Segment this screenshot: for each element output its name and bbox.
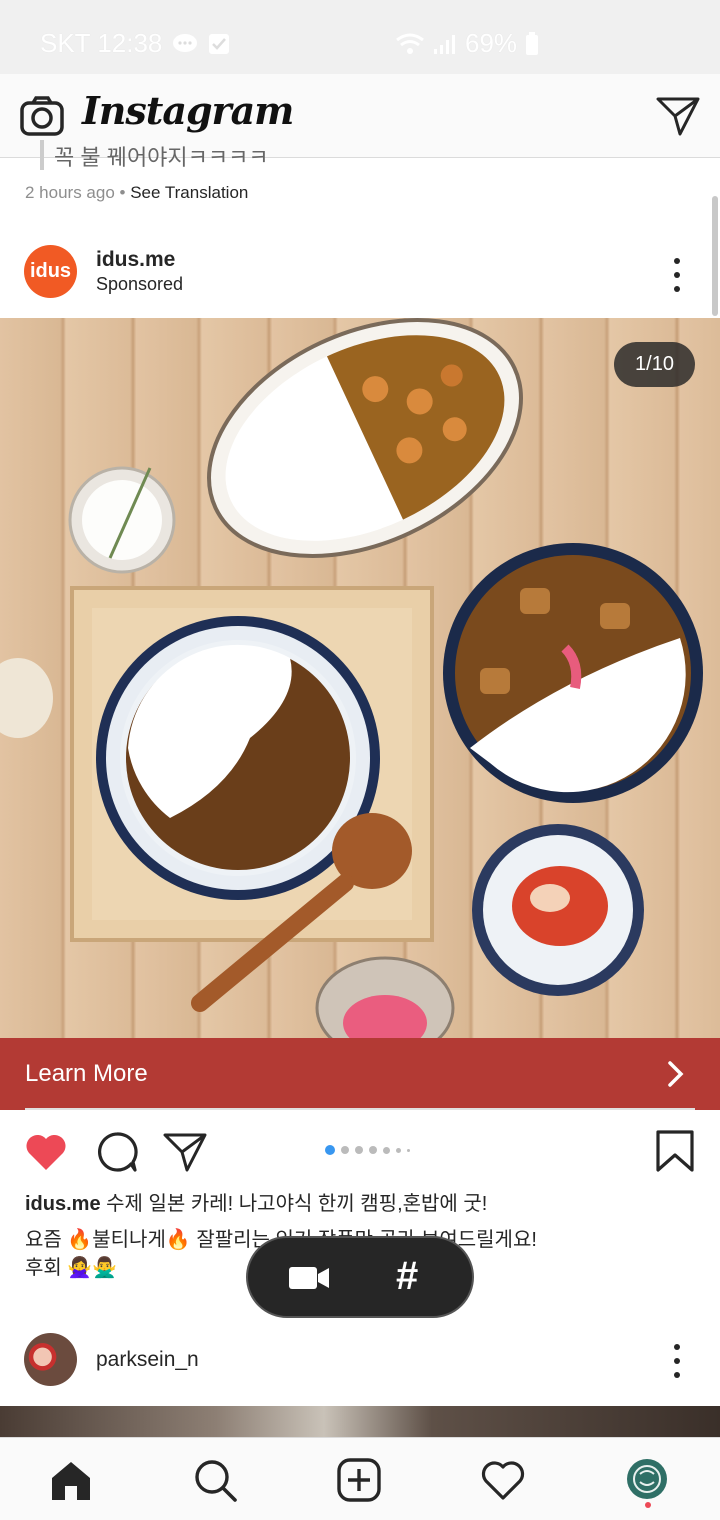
chat-bubble-icon bbox=[173, 33, 198, 52]
signal-icon bbox=[434, 34, 455, 54]
next-post-image-peek[interactable] bbox=[0, 1406, 720, 1438]
post-image[interactable] bbox=[0, 318, 720, 1038]
avatar[interactable]: idus bbox=[24, 245, 77, 298]
carousel-dot bbox=[383, 1146, 390, 1154]
next-post-header: parksein_n bbox=[0, 1330, 720, 1390]
post-header: idus idus.me Sponsored bbox=[0, 240, 720, 316]
curry-photo-illustration bbox=[0, 318, 703, 1038]
bottom-nav bbox=[0, 1437, 720, 1520]
carousel-counter: 1/10 bbox=[614, 342, 695, 387]
instagram-logo[interactable]: Instagram bbox=[82, 88, 294, 133]
learn-more-label: Learn More bbox=[25, 1060, 148, 1087]
activity-heart-icon[interactable] bbox=[481, 1458, 525, 1502]
caption-line-1: idus.me 수제 일본 카레! 나고야식 한끼 캠핑,혼밥에 굿! bbox=[25, 1190, 705, 1218]
status-left: SKT 12:38 bbox=[40, 28, 230, 59]
notification-dot bbox=[645, 1502, 651, 1508]
hashtag-button[interactable]: # bbox=[396, 1254, 418, 1299]
carousel-dot bbox=[396, 1147, 401, 1153]
share-icon[interactable] bbox=[163, 1130, 207, 1174]
search-icon[interactable] bbox=[193, 1458, 237, 1502]
camera-icon[interactable] bbox=[20, 96, 64, 136]
carousel-dot bbox=[355, 1146, 363, 1154]
wifi-icon bbox=[396, 33, 424, 54]
floating-toolbar: # bbox=[246, 1236, 474, 1318]
avatar[interactable] bbox=[24, 1333, 77, 1386]
scrollbar[interactable] bbox=[712, 196, 718, 316]
carousel-dot bbox=[407, 1148, 410, 1152]
caption-text-1: 수제 일본 카레! 나고야식 한끼 캠핑,혼밥에 굿! bbox=[106, 1193, 488, 1215]
carrier-time: SKT 12:38 bbox=[40, 28, 163, 58]
post-username[interactable]: parksein_n bbox=[96, 1348, 199, 1372]
previous-caption: 꼭 불 꿰어야지ㅋㅋㅋㅋ bbox=[40, 140, 640, 170]
avatar-text: idus bbox=[29, 260, 72, 282]
battery-icon bbox=[526, 31, 539, 55]
bookmark-icon[interactable] bbox=[654, 1130, 698, 1174]
cta-divider bbox=[25, 1108, 695, 1110]
check-square-icon bbox=[209, 33, 230, 54]
meta-separator: • bbox=[119, 183, 126, 202]
learn-more-button[interactable]: Learn More bbox=[0, 1038, 720, 1110]
previous-post-meta: 2 hours ago • See Translation bbox=[25, 183, 248, 203]
more-options-icon[interactable] bbox=[672, 258, 682, 292]
paper-plane-icon[interactable] bbox=[656, 96, 700, 136]
like-heart-icon[interactable] bbox=[24, 1130, 68, 1174]
more-options-icon[interactable] bbox=[672, 1344, 682, 1378]
carousel-dot bbox=[369, 1146, 377, 1154]
status-right: 69% bbox=[395, 28, 539, 59]
video-camera-icon[interactable] bbox=[288, 1264, 330, 1292]
post-time: 2 hours ago bbox=[25, 183, 115, 202]
sponsored-label: Sponsored bbox=[96, 274, 184, 294]
post-username[interactable]: idus.me bbox=[96, 248, 175, 272]
add-post-icon[interactable] bbox=[337, 1458, 381, 1502]
chevron-right-icon bbox=[668, 1061, 684, 1087]
carousel-dot bbox=[341, 1146, 349, 1154]
see-translation-link[interactable]: See Translation bbox=[130, 183, 248, 202]
carousel-dot-active bbox=[325, 1145, 335, 1155]
home-icon[interactable] bbox=[49, 1458, 93, 1502]
comment-icon[interactable] bbox=[95, 1130, 139, 1174]
profile-avatar[interactable] bbox=[626, 1458, 668, 1500]
battery-text: 69% bbox=[465, 28, 518, 58]
carousel-dots bbox=[325, 1145, 410, 1155]
caption-username[interactable]: idus.me bbox=[25, 1193, 101, 1215]
